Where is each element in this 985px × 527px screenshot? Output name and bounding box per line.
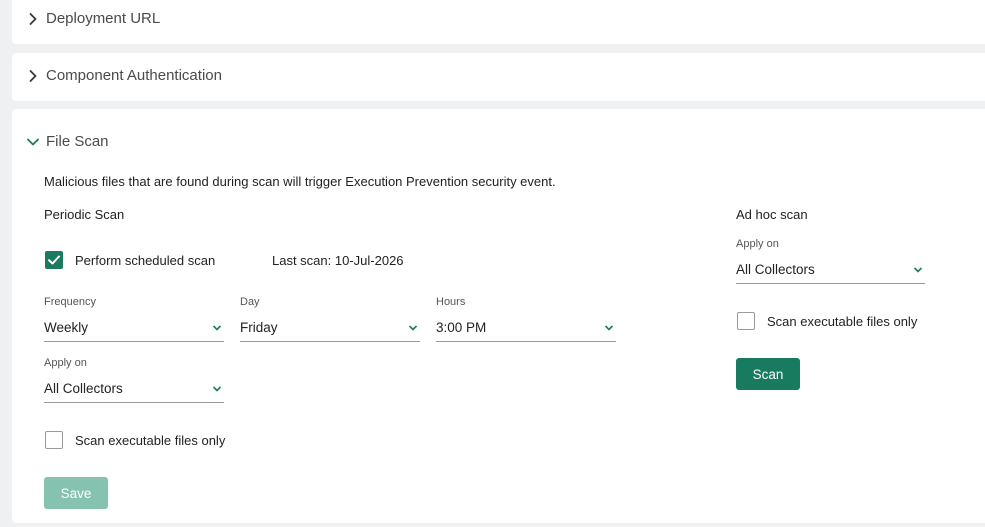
chevron-down-icon [212, 386, 222, 392]
frequency-value: Weekly [44, 320, 89, 335]
scan-button[interactable]: Scan [736, 358, 800, 390]
deployment-url-title: Deployment URL [46, 10, 161, 27]
adhoc-apply-on-value: All Collectors [736, 262, 815, 277]
deployment-url-panel: Deployment URL [12, 0, 985, 44]
periodic-exec-only-label: Scan executable files only [75, 433, 226, 448]
apply-on-select[interactable]: All Collectors [44, 378, 224, 403]
adhoc-apply-on-select[interactable]: All Collectors [736, 259, 925, 284]
file-scan-panel: File Scan Malicious files that are found… [12, 109, 985, 523]
component-auth-panel: Component Authentication [12, 53, 985, 101]
adhoc-exec-only-checkbox[interactable] [737, 312, 755, 330]
day-select[interactable]: Friday [240, 317, 420, 342]
frequency-select[interactable]: Weekly [44, 317, 224, 342]
chevron-right-icon [26, 69, 40, 83]
deployment-url-header[interactable]: Deployment URL [26, 10, 160, 27]
component-auth-title: Component Authentication [46, 67, 222, 84]
save-button[interactable]: Save [44, 477, 108, 509]
frequency-label: Frequency [44, 296, 96, 308]
chevron-down-icon [913, 267, 923, 273]
day-label: Day [240, 296, 260, 308]
periodic-exec-only-checkbox[interactable] [45, 431, 63, 449]
periodic-scan-title: Periodic Scan [44, 207, 125, 222]
chevron-down-icon [212, 325, 222, 331]
hours-select[interactable]: 3:00 PM [436, 317, 616, 342]
component-auth-header[interactable]: Component Authentication [26, 67, 222, 84]
chevron-down-icon [604, 325, 614, 331]
day-value: Friday [240, 320, 278, 335]
apply-on-value: All Collectors [44, 381, 123, 396]
last-scan-text: Last scan: 10-Jul-2026 [272, 253, 404, 268]
adhoc-scan-title: Ad hoc scan [736, 207, 808, 222]
perform-scheduled-scan-label: Perform scheduled scan [75, 253, 216, 268]
apply-on-label: Apply on [44, 357, 87, 369]
adhoc-apply-on-label: Apply on [736, 238, 779, 250]
file-scan-description: Malicious files that are found during sc… [44, 174, 556, 189]
hours-value: 3:00 PM [436, 320, 487, 335]
adhoc-exec-only-label: Scan executable files only [767, 314, 918, 329]
file-scan-header[interactable]: File Scan [26, 133, 109, 150]
perform-scheduled-scan-checkbox[interactable] [45, 251, 63, 269]
file-scan-title: File Scan [46, 133, 109, 150]
hours-label: Hours [436, 296, 466, 308]
chevron-right-icon [26, 12, 40, 26]
checkmark-icon [48, 255, 60, 265]
chevron-down-icon [26, 135, 40, 149]
chevron-down-icon [408, 325, 418, 331]
